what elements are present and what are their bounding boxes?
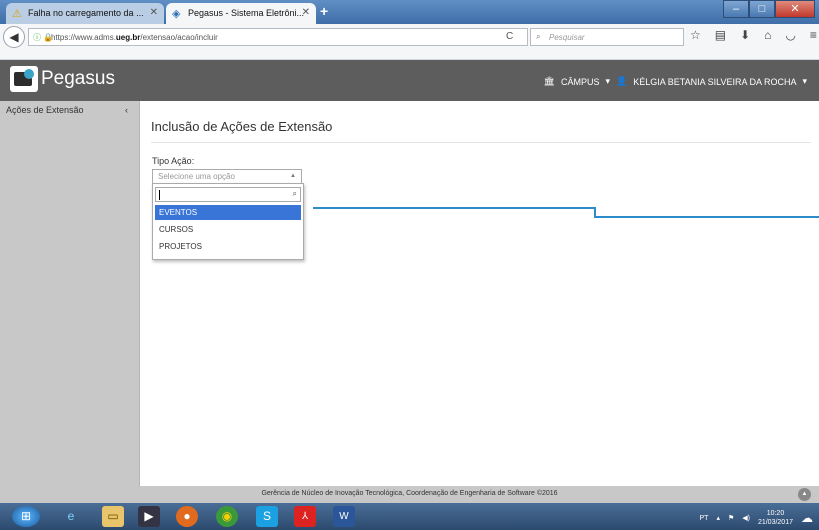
- option-projetos[interactable]: PROJETOS: [155, 239, 301, 254]
- tab-error-page[interactable]: ⚠ Falha no carregamento da ... ✕: [6, 3, 164, 24]
- user-icon: 👤: [616, 76, 628, 86]
- url-domain: ueg.br: [115, 33, 141, 42]
- clock-time: 10:20: [766, 510, 785, 517]
- close-tab-icon[interactable]: ✕: [302, 7, 310, 18]
- caret-down-icon: ▾: [802, 76, 807, 86]
- chevron-left-icon[interactable]: ‹: [125, 105, 128, 115]
- bookmark-star-icon[interactable]: ☆: [690, 28, 701, 42]
- folder-icon[interactable]: ▭: [102, 506, 124, 527]
- volume-icon[interactable]: ◀): [742, 514, 750, 522]
- sidebar-item-acoes-extensao[interactable]: Ações de Extensão ‹: [0, 105, 140, 121]
- caret-up-icon: ▲: [290, 173, 296, 179]
- tab-label: Falha no carregamento da ...: [28, 8, 144, 18]
- close-tab-icon[interactable]: ✕: [150, 7, 158, 18]
- select-placeholder: Selecione uma opção: [158, 172, 235, 181]
- tipo-acao-label: Tipo Ação:: [152, 156, 195, 166]
- url-path: /extensao/acao/incluir: [140, 33, 218, 42]
- skype-icon[interactable]: S: [256, 506, 278, 527]
- home-icon[interactable]: ⌂: [764, 28, 771, 42]
- url-bar[interactable]: ⓘ 🔒 https://www.adms.ueg.br/extensao/aca…: [28, 28, 528, 46]
- windows-taskbar: ⊞ e ▭ ▶ ● ◉ S ⅄ W PT ▴ ⚑ ◀) 10:20 21/03/…: [0, 503, 819, 530]
- browser-toolbar-icons: ☆ ▤ ⬇ ⌂ ◡ ≡: [690, 28, 817, 42]
- building-icon: 🏛: [543, 76, 555, 86]
- maximize-button[interactable]: □: [749, 0, 775, 18]
- header-menu: 🏛 CÂMPUS ▾ 👤 KÉLGIA BETANIA SILVEIRA DA …: [544, 76, 807, 87]
- start-button[interactable]: ⊞: [12, 506, 40, 527]
- caret-down-icon: ▾: [605, 76, 611, 86]
- browser-titlebar: ⚠ Falha no carregamento da ... ✕ ◈ Pegas…: [0, 0, 819, 24]
- reload-icon[interactable]: C: [506, 31, 513, 42]
- clipboard-icon[interactable]: ▤: [715, 28, 726, 42]
- tipo-acao-select[interactable]: Selecione uma opção ▲: [152, 169, 302, 184]
- warning-icon: ⚠: [12, 8, 22, 20]
- flag-icon[interactable]: ⚑: [728, 514, 734, 522]
- browser-navbar: ◀ ⓘ 🔒 https://www.adms.ueg.br/extensao/a…: [0, 24, 819, 60]
- tab-pegasus[interactable]: ◈ Pegasus - Sistema Eletrôni... ✕: [166, 3, 316, 24]
- user-dropdown[interactable]: KÉLGIA BETANIA SILVEIRA DA ROCHA: [633, 77, 796, 87]
- main-content: Inclusão de Ações de Extensão Tipo Ação:…: [141, 101, 819, 486]
- pegasus-icon: ◈: [172, 8, 181, 20]
- text-cursor: [159, 190, 160, 200]
- option-eventos[interactable]: EVENTOS: [155, 205, 301, 220]
- system-tray: PT ▴ ⚑ ◀) 10:20 21/03/2017 ☁: [699, 509, 813, 527]
- tab-label: Pegasus - Sistema Eletrôni...: [188, 8, 305, 18]
- browser-search-input[interactable]: ⌕ Pesquisar: [530, 28, 684, 46]
- pegasus-logo-icon: [10, 66, 38, 92]
- clock-date: 21/03/2017: [757, 519, 793, 526]
- scroll-to-top-button[interactable]: ▲: [798, 488, 811, 501]
- menu-icon[interactable]: ≡: [810, 28, 817, 42]
- media-player-icon[interactable]: ▶: [138, 506, 160, 527]
- search-placeholder: Pesquisar: [549, 33, 585, 42]
- pocket-icon[interactable]: ◡: [785, 28, 795, 42]
- page-title: Inclusão de Ações de Extensão: [151, 119, 333, 134]
- logo-text: Pegasus: [41, 68, 115, 89]
- lock-icon: ⓘ 🔒: [33, 33, 54, 42]
- page-footer: Gerência de Núcleo de Inovação Tecnológi…: [0, 486, 819, 503]
- dropdown-search-input[interactable]: ⌕: [155, 187, 301, 202]
- language-indicator[interactable]: PT: [699, 515, 708, 522]
- screen: ⚠ Falha no carregamento da ... ✕ ◈ Pegas…: [0, 0, 819, 530]
- campus-dropdown[interactable]: CÂMPUS: [561, 77, 600, 87]
- sidebar-item-label: Ações de Extensão: [6, 105, 84, 115]
- search-icon: ⌕: [536, 32, 541, 41]
- tray-arrow-icon[interactable]: ▴: [716, 514, 720, 522]
- app-logo[interactable]: Pegasus: [10, 66, 115, 92]
- clock[interactable]: 10:20 21/03/2017: [758, 509, 793, 527]
- app-header: Pegasus 🏛 CÂMPUS ▾ 👤 KÉLGIA BETANIA SILV…: [0, 60, 819, 101]
- download-icon[interactable]: ⬇: [740, 28, 750, 42]
- pdf-reader-icon[interactable]: ⅄: [294, 506, 316, 527]
- option-cursos[interactable]: CURSOS: [155, 222, 301, 237]
- close-window-button[interactable]: ✕: [775, 0, 815, 18]
- minimize-button[interactable]: –: [723, 0, 749, 18]
- ie-icon[interactable]: e: [60, 506, 82, 527]
- url-prefix: https://www.adms.: [51, 33, 116, 42]
- back-button[interactable]: ◀: [3, 26, 25, 48]
- search-icon: ⌕: [292, 189, 297, 198]
- word-icon[interactable]: W: [333, 506, 355, 527]
- weather-icon[interactable]: ☁: [801, 511, 813, 525]
- firefox-icon[interactable]: ●: [176, 506, 198, 527]
- tipo-acao-dropdown: ⌕ EVENTOS CURSOS PROJETOS: [152, 183, 304, 260]
- window-controls: – □ ✕: [723, 0, 815, 18]
- title-divider: [151, 142, 811, 143]
- new-tab-button[interactable]: +: [320, 3, 328, 19]
- footer-text: Gerência de Núcleo de Inovação Tecnológi…: [261, 490, 558, 497]
- sidebar: Ações de Extensão ‹: [0, 101, 140, 486]
- annotation-line: [313, 207, 819, 218]
- chrome-icon[interactable]: ◉: [216, 506, 238, 527]
